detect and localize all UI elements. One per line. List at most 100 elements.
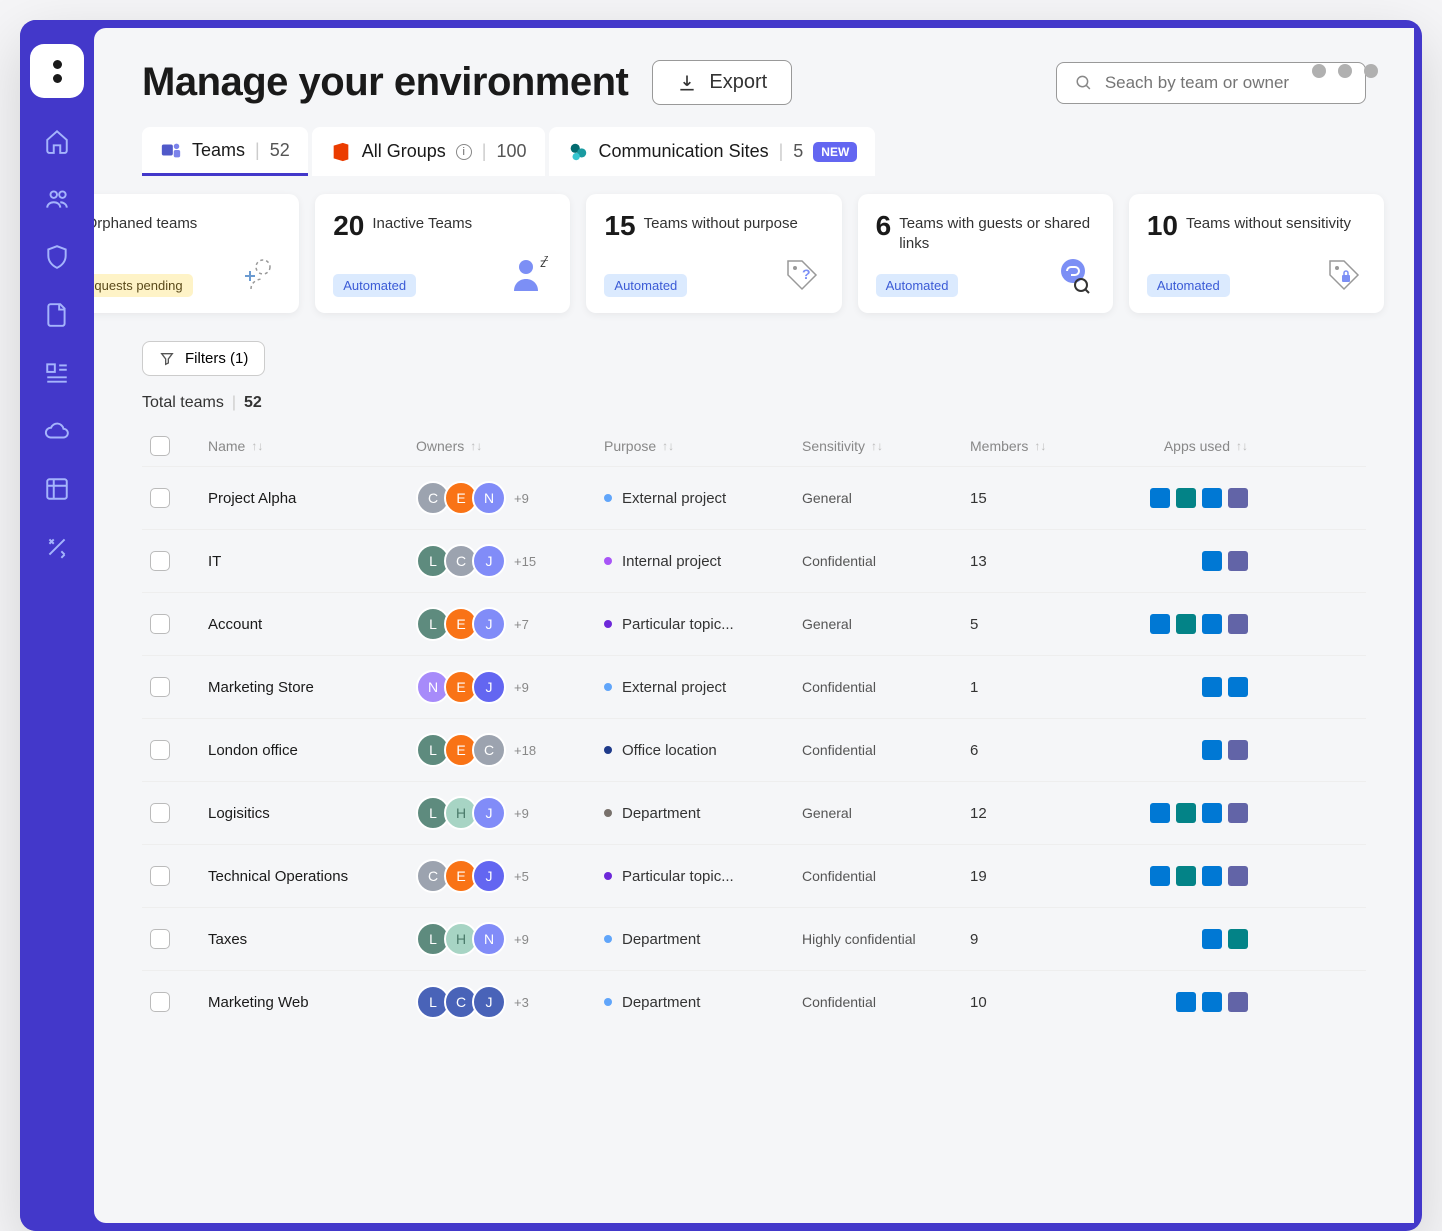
app-ol-icon [1150, 866, 1170, 886]
owner-avatar: N [472, 922, 506, 956]
col-name[interactable]: Name↑↓ [208, 438, 408, 454]
window-dot[interactable] [1312, 64, 1326, 78]
team-name: Taxes [208, 931, 408, 948]
row-checkbox[interactable] [150, 677, 170, 697]
table-row[interactable]: Marketing Store NEJ+9 External project C… [142, 655, 1366, 718]
strategy-icon[interactable] [42, 532, 72, 562]
app-ol-icon [1150, 803, 1170, 823]
app-tm-icon [1228, 488, 1248, 508]
card-tag: 5 requests pending [94, 274, 193, 297]
export-button[interactable]: Export [652, 60, 792, 105]
filters-label: Filters (1) [185, 350, 248, 367]
window-dot[interactable] [1364, 64, 1378, 78]
owners-cell: LEC+18 [416, 733, 596, 767]
list-icon[interactable] [42, 358, 72, 388]
row-checkbox[interactable] [150, 551, 170, 571]
sensitivity-cell: Highly confidential [802, 931, 962, 947]
card-label: Teams without purpose [644, 214, 798, 234]
owners-cell: LEJ+7 [416, 607, 596, 641]
stat-card[interactable]: 10 Teams without sensitivity Automated [1129, 194, 1384, 313]
tab-all-groups[interactable]: All Groupsi|100 [312, 127, 545, 176]
app-on-icon [1202, 992, 1222, 1012]
office-icon [330, 141, 352, 163]
sidebar [20, 20, 94, 1231]
row-checkbox[interactable] [150, 803, 170, 823]
card-tag: Automated [604, 274, 687, 297]
table-row[interactable]: London office LEC+18 Office location Con… [142, 718, 1366, 781]
table-row[interactable]: Taxes LHN+9 Department Highly confidenti… [142, 907, 1366, 970]
filters-button[interactable]: Filters (1) [142, 341, 265, 376]
info-icon: i [456, 144, 472, 160]
owners-cell: LCJ+3 [416, 985, 596, 1019]
owner-extra: +3 [514, 995, 529, 1010]
sensitivity-cell: Confidential [802, 868, 962, 884]
app-on-icon [1202, 614, 1222, 634]
sensitivity-cell: General [802, 616, 962, 632]
app-tm-icon [1228, 803, 1248, 823]
team-name: Logisitics [208, 805, 408, 822]
owner-avatar: J [472, 544, 506, 578]
col-sensitivity[interactable]: Sensitivity↑↓ [802, 438, 962, 454]
col-members[interactable]: Members↑↓ [970, 438, 1090, 454]
col-owners[interactable]: Owners↑↓ [416, 438, 596, 454]
app-on-icon [1202, 866, 1222, 886]
tab-teams[interactable]: Teams|52 [142, 127, 308, 176]
apps-cell [1098, 614, 1248, 634]
users-icon[interactable] [42, 184, 72, 214]
app-logo[interactable] [30, 44, 84, 98]
col-purpose[interactable]: Purpose↑↓ [604, 438, 794, 454]
card-number: 6 [876, 210, 892, 242]
stat-card[interactable]: 6 Teams with guests or shared links Auto… [858, 194, 1113, 313]
owners-cell: LCJ+15 [416, 544, 596, 578]
stat-cards: 7 Orphaned teams 5 requests pending 20 I… [94, 176, 1414, 331]
row-checkbox[interactable] [150, 740, 170, 760]
app-sp-icon [1176, 488, 1196, 508]
row-checkbox[interactable] [150, 614, 170, 634]
app-ol-icon [1150, 614, 1170, 634]
apps-cell [1098, 488, 1248, 508]
members-cell: 1 [970, 679, 1090, 696]
owner-extra: +9 [514, 491, 529, 506]
table-row[interactable]: Technical Operations CEJ+5 Particular to… [142, 844, 1366, 907]
owner-avatar: N [472, 481, 506, 515]
stat-card[interactable]: 15 Teams without purpose Automated ? [586, 194, 841, 313]
row-checkbox[interactable] [150, 929, 170, 949]
layout-icon[interactable] [42, 474, 72, 504]
owners-cell: NEJ+9 [416, 670, 596, 704]
cloud-icon[interactable] [42, 416, 72, 446]
card-label: Orphaned teams [94, 214, 197, 234]
apps-cell [1098, 740, 1248, 760]
row-checkbox[interactable] [150, 488, 170, 508]
search-input[interactable] [1105, 73, 1347, 93]
window-controls [1312, 64, 1378, 78]
tab-communication-sites[interactable]: Communication Sites|5NEW [549, 127, 876, 176]
shield-icon[interactable] [42, 242, 72, 272]
row-checkbox[interactable] [150, 992, 170, 1012]
apps-cell [1098, 677, 1248, 697]
stat-card[interactable]: 20 Inactive Teams Automated zz [315, 194, 570, 313]
app-sp-icon [1176, 866, 1196, 886]
team-name: IT [208, 553, 408, 570]
table-row[interactable]: Account LEJ+7 Particular topic... Genera… [142, 592, 1366, 655]
home-icon[interactable] [42, 126, 72, 156]
select-all-checkbox[interactable] [150, 436, 170, 456]
table-row[interactable]: Marketing Web LCJ+3 Department Confident… [142, 970, 1366, 1033]
document-icon[interactable] [42, 300, 72, 330]
stat-card[interactable]: 7 Orphaned teams 5 requests pending [94, 194, 299, 313]
team-name: Account [208, 616, 408, 633]
col-apps[interactable]: Apps used↑↓ [1098, 438, 1248, 454]
table-row[interactable]: Project Alpha CEN+9 External project Gen… [142, 466, 1366, 529]
window-dot[interactable] [1338, 64, 1352, 78]
purpose-cell: Particular topic... [604, 868, 794, 885]
table-row[interactable]: Logisitics LHJ+9 Department General 12 [142, 781, 1366, 844]
owner-avatar: J [472, 985, 506, 1019]
team-name: London office [208, 742, 408, 759]
sensitivity-cell: Confidential [802, 994, 962, 1010]
owner-extra: +7 [514, 617, 529, 632]
row-checkbox[interactable] [150, 866, 170, 886]
inactive-icon: zz [508, 253, 552, 297]
purpose-cell: External project [604, 490, 794, 507]
tab-count: 5 [793, 141, 803, 162]
table-row[interactable]: IT LCJ+15 Internal project Confidential … [142, 529, 1366, 592]
members-cell: 19 [970, 868, 1090, 885]
